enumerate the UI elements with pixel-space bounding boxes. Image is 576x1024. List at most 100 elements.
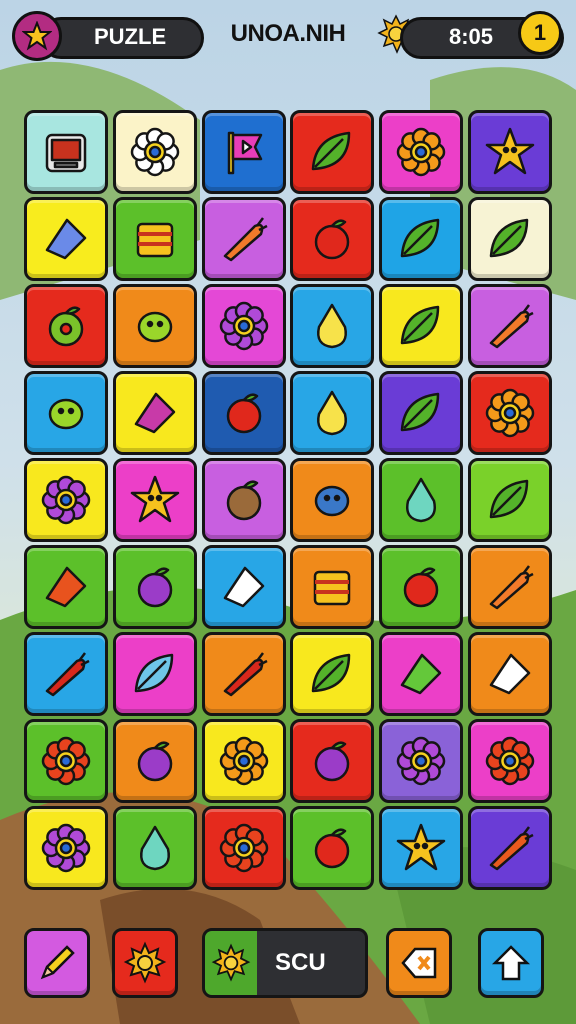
home-button[interactable] — [478, 928, 544, 998]
hand-icon — [481, 123, 539, 181]
grid-tile[interactable] — [379, 632, 464, 716]
lemon-leaf-icon — [392, 384, 450, 442]
leaf-blue-icon — [126, 645, 184, 703]
grid-tile[interactable] — [201, 458, 286, 542]
grid-tile[interactable] — [290, 110, 375, 194]
coin-glyph: 1 — [533, 20, 547, 45]
back-icon — [401, 947, 437, 979]
grid-tile[interactable] — [112, 719, 197, 803]
grid-tile[interactable] — [24, 806, 108, 890]
grid-tile[interactable] — [290, 806, 375, 890]
starfish-icon — [126, 471, 184, 529]
candy-icon — [481, 297, 539, 355]
grid-tile[interactable] — [379, 545, 464, 629]
grid-tile[interactable] — [112, 110, 197, 194]
lollipop-icon — [37, 210, 95, 268]
puzzle-label: PUZLE — [94, 24, 167, 49]
grid-tile[interactable] — [24, 284, 108, 368]
grid-tile[interactable] — [467, 545, 552, 629]
ladybug-leaf-icon — [481, 210, 539, 268]
radish-icon — [37, 645, 95, 703]
radio-icon — [37, 123, 95, 181]
flower-purple-icon — [215, 297, 273, 355]
pea-icon — [392, 210, 450, 268]
grid-tile[interactable] — [112, 371, 197, 455]
tomato-icon — [215, 384, 273, 442]
grid-tile[interactable] — [201, 371, 286, 455]
chick-icon — [392, 819, 450, 877]
grid-tile[interactable] — [201, 545, 286, 629]
grid-tile[interactable] — [290, 545, 375, 629]
tile-grid — [24, 110, 552, 890]
grid-tile[interactable] — [379, 197, 464, 281]
grid-tile[interactable] — [112, 806, 197, 890]
grid-tile[interactable] — [24, 719, 108, 803]
timer-value: 8:05 — [449, 24, 494, 49]
grid-tile[interactable] — [290, 197, 375, 281]
grid-tile[interactable] — [201, 197, 286, 281]
pear-icon — [303, 645, 361, 703]
sun-button[interactable] — [112, 928, 178, 998]
grid-tile[interactable] — [379, 284, 464, 368]
grid-tile[interactable] — [24, 458, 108, 542]
grid-tile[interactable] — [467, 458, 552, 542]
grid-tile[interactable] — [24, 371, 108, 455]
pineapple-icon — [481, 819, 539, 877]
grid-tile[interactable] — [379, 458, 464, 542]
grid-tile[interactable] — [467, 110, 552, 194]
grid-tile[interactable] — [112, 197, 197, 281]
grid-tile[interactable] — [201, 632, 286, 716]
flower-magenta-icon — [37, 471, 95, 529]
level-title: UNOA.NIH — [230, 20, 346, 47]
grid-tile[interactable] — [112, 458, 197, 542]
grid-tile[interactable] — [467, 632, 552, 716]
grid-tile[interactable] — [379, 110, 464, 194]
grid-tile[interactable] — [290, 284, 375, 368]
grid-tile[interactable] — [290, 458, 375, 542]
coin-icon[interactable]: 1 — [518, 11, 562, 55]
top-hud: PUZLE UNOA.NIH 8:05 1 — [0, 0, 576, 90]
grid-tile[interactable] — [379, 719, 464, 803]
grid-tile[interactable] — [201, 110, 286, 194]
flower-red-icon — [37, 732, 95, 790]
grid-tile[interactable] — [201, 719, 286, 803]
grid-tile[interactable] — [24, 110, 108, 194]
grid-tile[interactable] — [467, 719, 552, 803]
pencil-icon — [40, 945, 75, 980]
sunflower-small-icon — [215, 732, 273, 790]
eggplant-icon — [126, 558, 184, 616]
purse-icon — [126, 384, 184, 442]
flower-lilac-icon — [392, 732, 450, 790]
grid-tile[interactable] — [112, 545, 197, 629]
pencil-button[interactable] — [24, 928, 90, 998]
paper-plane-icon — [37, 558, 95, 616]
grid-tile[interactable] — [112, 632, 197, 716]
grid-tile[interactable] — [467, 284, 552, 368]
grid-tile[interactable] — [467, 371, 552, 455]
grid-tile[interactable] — [24, 632, 108, 716]
grape-icon — [303, 732, 361, 790]
back-button[interactable] — [386, 928, 452, 998]
beetle-icon — [303, 471, 361, 529]
grid-tile[interactable] — [201, 284, 286, 368]
star-icon[interactable] — [12, 11, 62, 61]
berry-red-icon — [303, 210, 361, 268]
grid-tile[interactable] — [467, 806, 552, 890]
grid-tile[interactable] — [290, 719, 375, 803]
cake-icon — [303, 558, 361, 616]
lemon-icon — [303, 297, 361, 355]
grid-tile[interactable] — [379, 371, 464, 455]
petal-icon — [215, 558, 273, 616]
leaf-arrow-icon — [303, 123, 361, 181]
grid-tile[interactable] — [290, 632, 375, 716]
wrench-icon — [392, 645, 450, 703]
grid-tile[interactable] — [467, 197, 552, 281]
sun-icon — [123, 941, 167, 984]
apple-icon — [392, 558, 450, 616]
grid-tile[interactable] — [24, 545, 108, 629]
grid-tile[interactable] — [290, 371, 375, 455]
grid-tile[interactable] — [201, 806, 286, 890]
grid-tile[interactable] — [379, 806, 464, 890]
grid-tile[interactable] — [112, 284, 197, 368]
grid-tile[interactable] — [24, 197, 108, 281]
